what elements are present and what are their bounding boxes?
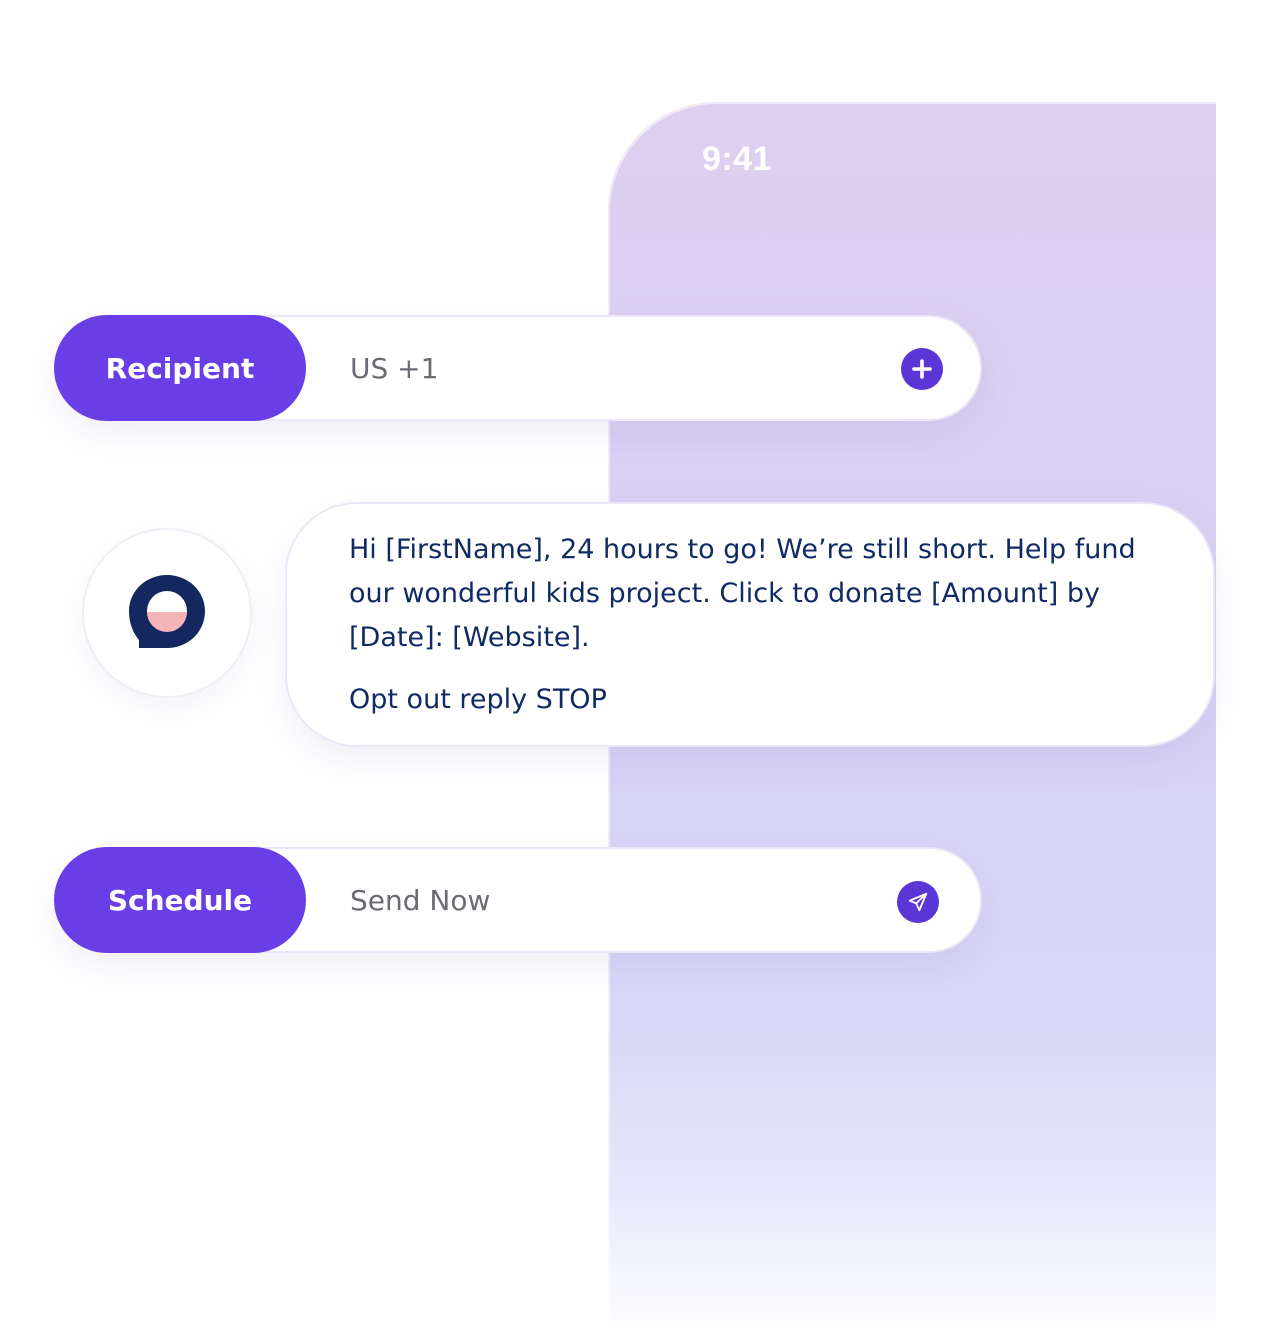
message-opt-out: Opt out reply STOP bbox=[349, 684, 607, 715]
schedule-row: Schedule Send Now bbox=[54, 847, 982, 953]
send-icon[interactable] bbox=[897, 881, 939, 923]
recipient-input[interactable]: US +1 bbox=[350, 317, 438, 419]
message-body: Hi [FirstName], 24 hours to go! We’re st… bbox=[349, 534, 1136, 653]
message-bubble: Hi [FirstName], 24 hours to go! We’re st… bbox=[285, 502, 1215, 747]
schedule-button[interactable]: Schedule bbox=[54, 847, 306, 953]
avatar bbox=[82, 528, 252, 698]
status-bar-time: 9:41 bbox=[702, 140, 773, 178]
recipient-button[interactable]: Recipient bbox=[54, 315, 306, 421]
schedule-input[interactable]: Send Now bbox=[350, 849, 490, 951]
plus-icon[interactable] bbox=[901, 348, 943, 390]
recipient-row: Recipient US +1 bbox=[54, 315, 982, 421]
chat-bubble-logo-icon bbox=[129, 575, 205, 648]
